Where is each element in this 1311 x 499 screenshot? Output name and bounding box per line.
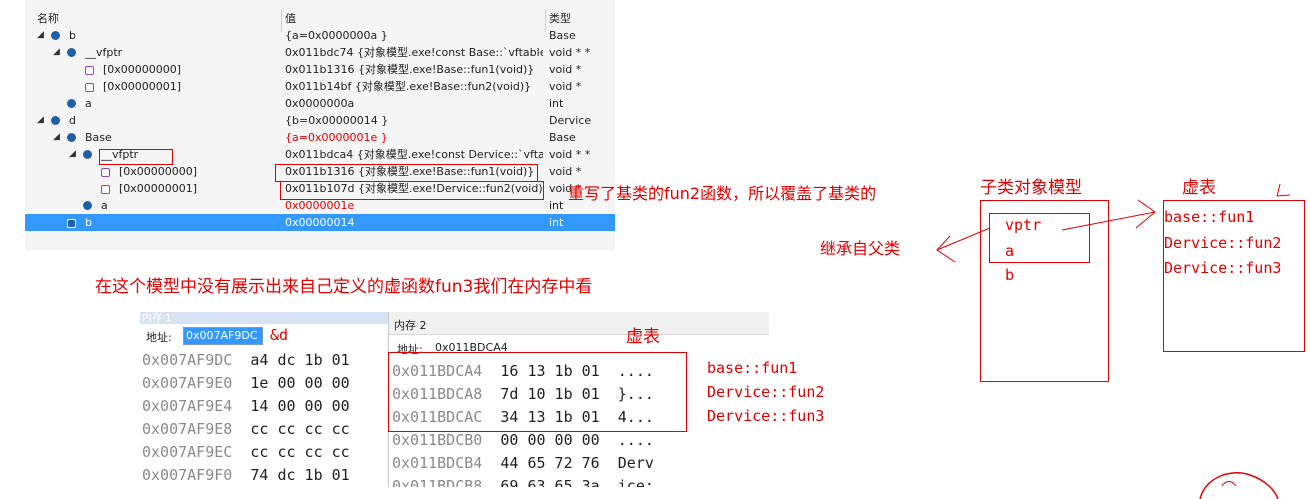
diagram-arrows: [936, 183, 1291, 499]
